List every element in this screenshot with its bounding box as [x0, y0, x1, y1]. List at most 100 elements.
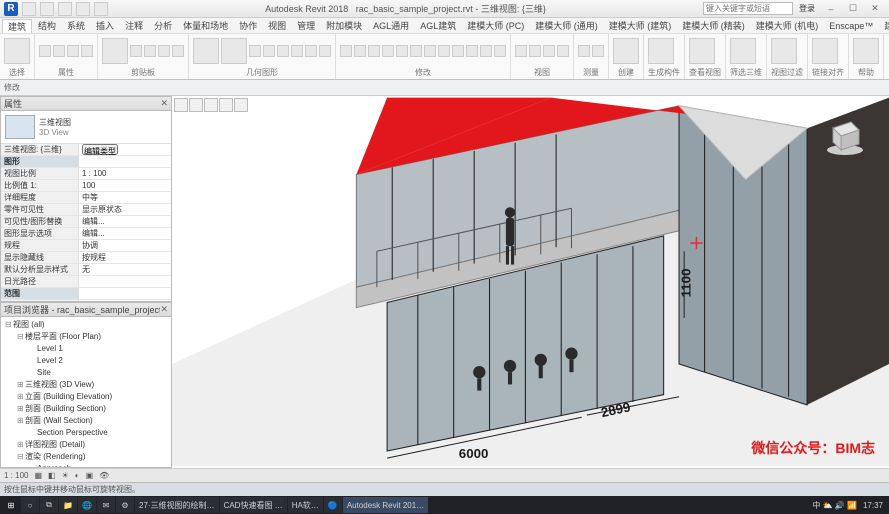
ribbon-tool[interactable]: [494, 45, 506, 57]
property-row[interactable]: 零件可见性显示原状态: [1, 204, 171, 216]
taskbar-app[interactable]: Autodesk Revit 201…: [343, 497, 428, 513]
shadows-icon[interactable]: ◐: [75, 471, 80, 480]
ribbon-tool[interactable]: [730, 38, 756, 64]
ribbon-tool[interactable]: [368, 45, 380, 57]
instance-selector[interactable]: 三维视图: {三维}: [1, 144, 79, 155]
property-row[interactable]: 视图比例1 : 100: [1, 168, 171, 180]
taskbar-app[interactable]: HA软…: [288, 497, 323, 513]
vp-restore-icon[interactable]: [189, 98, 203, 112]
property-row[interactable]: 图形: [1, 156, 171, 168]
ribbon-tool[interactable]: [144, 45, 156, 57]
ribbon-tab[interactable]: AGL建筑: [415, 19, 461, 32]
property-row[interactable]: 显示隐藏线按规程: [1, 252, 171, 264]
view-scale[interactable]: 1 : 100: [4, 471, 28, 480]
visual-style-icon[interactable]: ◧: [48, 471, 56, 480]
ribbon-tab[interactable]: 建模大师 (机电): [751, 19, 824, 32]
ribbon-tool[interactable]: [452, 45, 464, 57]
ribbon-tool[interactable]: [53, 45, 65, 57]
tree-node[interactable]: ⊞剖面 (Wall Section): [3, 415, 169, 427]
property-row[interactable]: 默认分析显示样式无: [1, 264, 171, 276]
ribbon-tool[interactable]: [291, 45, 303, 57]
vp-maximize-icon[interactable]: [219, 98, 233, 112]
taskbar-app[interactable]: 🌐: [78, 497, 96, 513]
ribbon-tab[interactable]: 注释: [120, 19, 148, 32]
tree-node[interactable]: ⊟楼层平面 (Floor Plan): [3, 331, 169, 343]
property-row[interactable]: 图形显示选项编辑...: [1, 228, 171, 240]
taskbar-app[interactable]: 📁: [59, 497, 77, 513]
ribbon-tab[interactable]: 建模大师 (PC): [462, 19, 529, 32]
ribbon-tab[interactable]: 分析: [149, 19, 177, 32]
crop-icon[interactable]: ▣: [86, 471, 94, 480]
tree-node[interactable]: Section Perspective: [3, 427, 169, 439]
ribbon-tool[interactable]: [263, 45, 275, 57]
taskbar-app[interactable]: ⊞: [2, 497, 20, 513]
ribbon-tool[interactable]: [221, 38, 247, 64]
ribbon-tool[interactable]: [249, 45, 261, 57]
property-row[interactable]: 裁剪视图: [1, 300, 171, 301]
hide-icon[interactable]: 👁: [99, 471, 109, 480]
tree-node[interactable]: ⊞三维视图 (3D View): [3, 379, 169, 391]
ribbon-tool[interactable]: [438, 45, 450, 57]
tree-node[interactable]: ⊞立面 (Building Elevation): [3, 391, 169, 403]
ribbon-tool[interactable]: [396, 45, 408, 57]
maximize-button[interactable]: ☐: [843, 2, 863, 16]
tree-node[interactable]: Level 2: [3, 355, 169, 367]
ribbon-tool[interactable]: [529, 45, 541, 57]
qat-redo[interactable]: [76, 2, 90, 16]
ribbon-tool[interactable]: [277, 45, 289, 57]
ribbon-tab[interactable]: 建模大师 (精装): [677, 19, 750, 32]
ribbon-tool[interactable]: [193, 38, 219, 64]
ribbon-tool[interactable]: [319, 45, 331, 57]
ribbon-tab[interactable]: 建模大师 (通用): [530, 19, 603, 32]
ribbon-tab[interactable]: Enscape™: [824, 21, 878, 31]
close-button[interactable]: ✕: [865, 2, 885, 16]
ribbon-tool[interactable]: [466, 45, 478, 57]
help-search-input[interactable]: [703, 2, 793, 15]
ribbon-tool[interactable]: [39, 45, 51, 57]
properties-close-icon[interactable]: ✕: [160, 98, 168, 109]
property-row[interactable]: 可见性/图形替换编辑...: [1, 216, 171, 228]
viewport-3d[interactable]: 6000 2899 1100 微信公众号：BIM志: [172, 96, 889, 468]
ribbon-tool[interactable]: [853, 38, 879, 64]
ribbon-tool[interactable]: [172, 45, 184, 57]
ribbon-tab[interactable]: 体量和场地: [178, 19, 233, 32]
taskbar-app[interactable]: 27·三维视图的绘制…: [135, 497, 219, 513]
qat-undo[interactable]: [58, 2, 72, 16]
project-browser-tree[interactable]: ⊟视图 (all)⊟楼层平面 (Floor Plan)Level 1Level …: [1, 317, 171, 468]
taskbar-app[interactable]: CAD快速看图 …: [220, 497, 287, 513]
ribbon-tab[interactable]: 建筑: [2, 19, 32, 33]
ribbon-tool[interactable]: [410, 45, 422, 57]
ribbon-tool[interactable]: [648, 38, 674, 64]
ribbon-tool[interactable]: [81, 45, 93, 57]
ribbon-tool[interactable]: [102, 38, 128, 64]
ribbon-tool[interactable]: [557, 45, 569, 57]
ribbon-tool[interactable]: [4, 38, 30, 64]
ribbon-tool[interactable]: [515, 45, 527, 57]
qat-open[interactable]: [22, 2, 36, 16]
sun-path-icon[interactable]: ☀: [62, 471, 69, 480]
ribbon-tab[interactable]: 系统: [62, 19, 90, 32]
vp-home-icon[interactable]: [174, 98, 188, 112]
ribbon-tool[interactable]: [578, 45, 590, 57]
ribbon-tool[interactable]: [543, 45, 555, 57]
tree-node[interactable]: ⊟渲染 (Rendering): [3, 451, 169, 463]
property-row[interactable]: 日光路径: [1, 276, 171, 288]
ribbon-tool[interactable]: [424, 45, 436, 57]
view-cube[interactable]: [823, 114, 867, 158]
ribbon-tool[interactable]: [305, 45, 317, 57]
tree-node[interactable]: Approach: [3, 463, 169, 468]
app-logo[interactable]: R: [4, 2, 18, 16]
tree-node[interactable]: ⊞详图视图 (Detail): [3, 439, 169, 451]
system-tray[interactable]: 中 ⛅ 🔊 📶17:37: [812, 500, 887, 511]
browser-close-icon[interactable]: ✕: [160, 304, 168, 315]
taskbar-app[interactable]: ✉: [97, 497, 115, 513]
ribbon-tool[interactable]: [130, 45, 142, 57]
taskbar-app[interactable]: ⚙: [116, 497, 134, 513]
ribbon-tab[interactable]: 视图: [263, 19, 291, 32]
ribbon-tab[interactable]: 结构: [33, 19, 61, 32]
qat-save[interactable]: [40, 2, 54, 16]
ribbon-tool[interactable]: [592, 45, 604, 57]
ribbon-tool[interactable]: [158, 45, 170, 57]
tree-node[interactable]: Site: [3, 367, 169, 379]
ribbon-tab[interactable]: 建模大师 (PC): [879, 19, 889, 32]
